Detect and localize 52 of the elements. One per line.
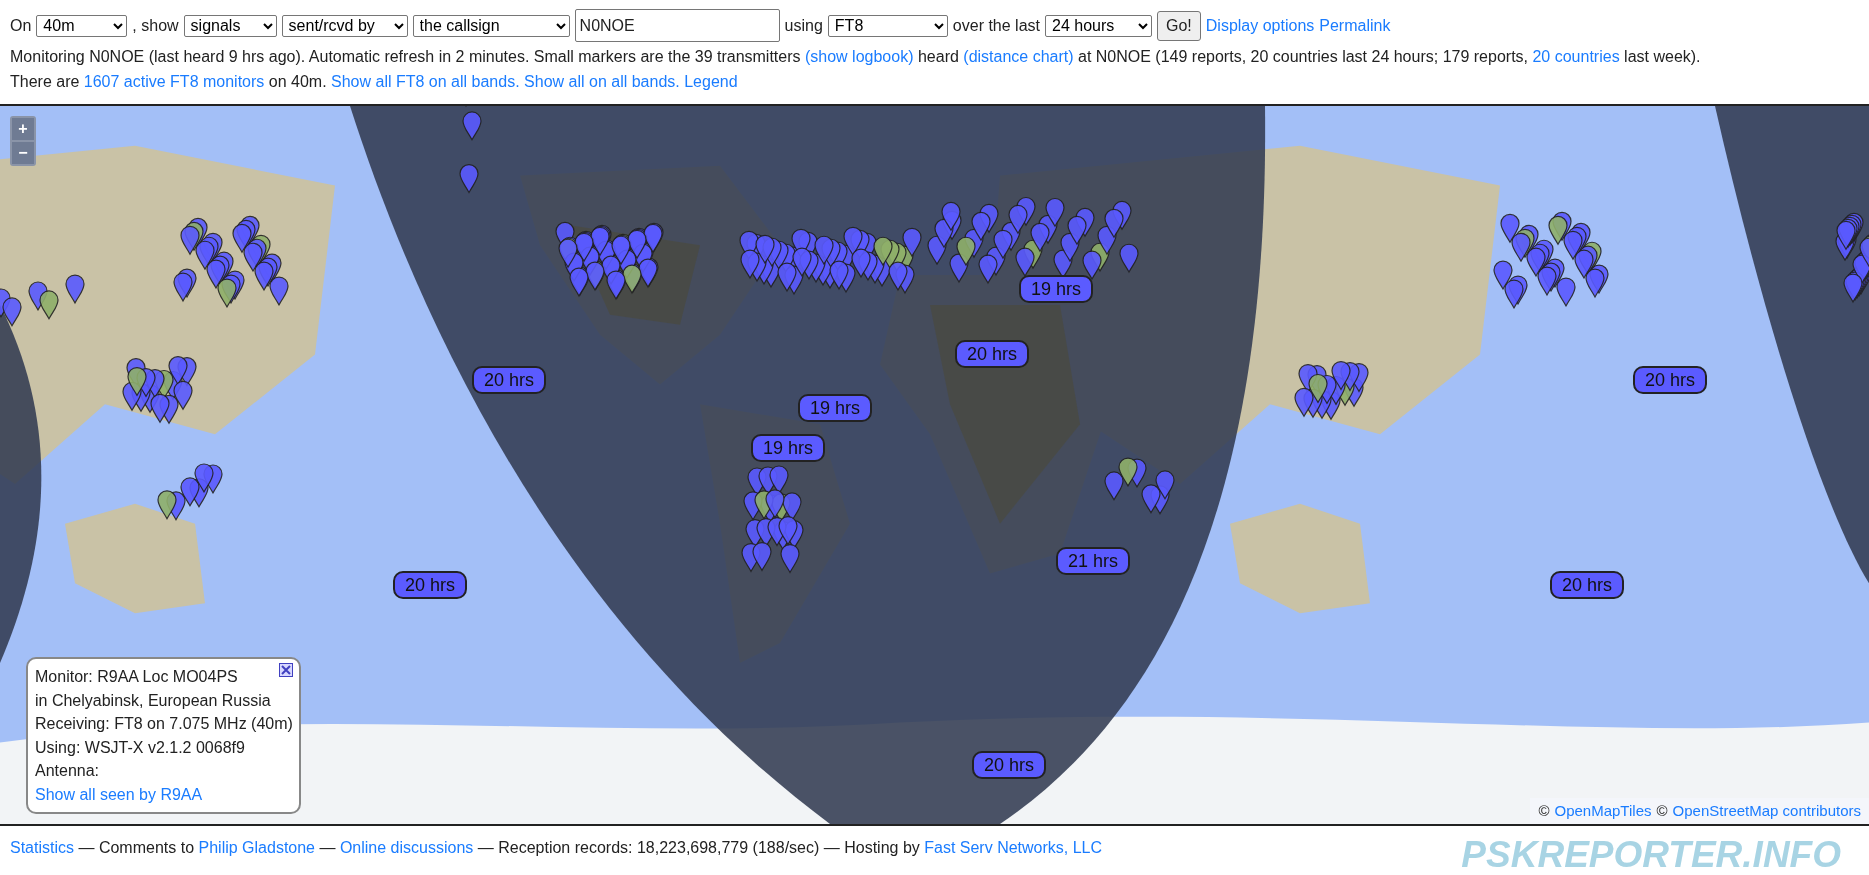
link[interactable]: OpenMapTiles [1554,799,1652,822]
link[interactable]: 1607 active FT8 monitors [83,73,265,90]
time-label: 20 hrs [972,751,1047,779]
time-label: 19 hrs [1019,275,1094,303]
period-select[interactable]: 24 hours [1045,14,1152,37]
zoom-in-button[interactable]: + [12,118,34,140]
label-text: using [784,15,823,36]
time-label: 21 hrs [1056,547,1131,575]
link[interactable]: (show logbook) [805,48,914,65]
show-select[interactable]: signals [183,14,277,37]
link[interactable]: Statistics [10,839,74,856]
copyright-text: © [1538,800,1550,821]
popup-text: Monitor: R9AA Loc MO04PS [35,667,238,687]
link[interactable]: Show all seen by R9AA [35,782,203,806]
time-label: 19 hrs [751,434,826,462]
go-button[interactable]: Go! [1157,10,1201,41]
time-label: 20 hrs [393,571,468,599]
time-label: 20 hrs [1633,366,1708,394]
link[interactable]: Display options [1205,13,1315,38]
footer-text: Statistics — Comments to Philip Gladstone — Online discussions — Reception records: 18,223,698,779 (188/sec) — Hosting by Fast Serv Networks, LLC [10,838,1103,858]
link[interactable]: Philip Gladstone [198,839,315,856]
link[interactable]: Legend [684,73,738,90]
time-label: 20 hrs [472,366,547,394]
label-text: On [10,15,32,36]
popup-text: in Chelyabinsk, European Russia [35,690,271,711]
link[interactable]: (distance chart) [963,48,1074,65]
zoom-out-button[interactable]: − [12,142,34,164]
popup-text: Using: WSJT-X v2.1.2 0068f9 [35,737,245,758]
link[interactable]: Show all FT8 on all bands. [331,73,520,90]
link[interactable]: Permalink [1319,13,1391,38]
close-icon[interactable] [279,663,293,677]
time-label: 20 hrs [1550,571,1625,599]
logo-text: PSKREPORTER.INFO [1461,833,1841,875]
info-text: Monitoring N0NOE (last heard 9 hrs ago). Automatic refresh in 2 minutes. Small markers are the 39 transmitters (show logbook) heard (distance chart) at N0NOE (149 reports, 20 countries last 24 hours; 179 reports, 20 countries last week). [10,47,1702,67]
link[interactable]: Fast Serv Networks, LLC [924,839,1103,856]
copyright-text: © [1656,800,1668,821]
label-text: , show [132,15,179,36]
label-text: over the last [952,15,1040,36]
popup-text: Antenna: [35,761,100,781]
direction-select[interactable]: sent/rcvd by [281,14,408,37]
time-label: 19 hrs [798,394,873,422]
link[interactable]: OpenStreetMap contributors [1672,799,1861,822]
popup-text: Receiving: FT8 on 7.075 MHz (40m) [35,714,293,734]
link[interactable]: 20 countries [1532,48,1620,65]
callsign-field[interactable]: N0NOE [574,9,780,42]
time-label: 20 hrs [955,340,1030,368]
mode-select[interactable]: FT8 [827,14,948,37]
link[interactable]: Online discussions [339,839,474,856]
band-select[interactable]: 40m [36,14,128,37]
link[interactable]: Show all on all bands. [524,73,680,90]
info-text: There are 1607 active FT8 monitors on 40m. Show all FT8 on all bands. Show all on all bands. Legend [10,72,739,92]
target-select[interactable]: the callsign [412,14,570,37]
